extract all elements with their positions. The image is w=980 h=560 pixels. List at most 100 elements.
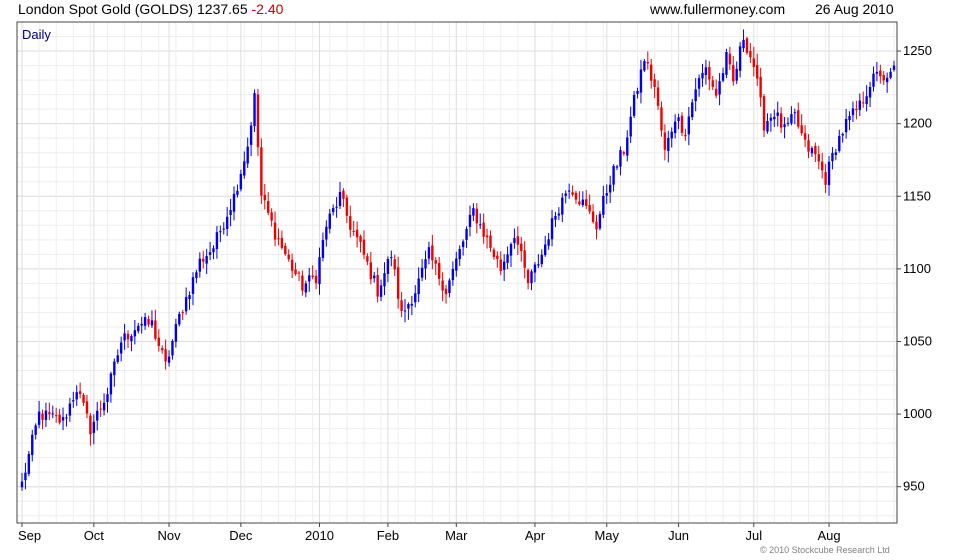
bar-body bbox=[574, 192, 578, 200]
bar-body bbox=[834, 152, 838, 155]
bar-body bbox=[875, 71, 879, 74]
bar-body bbox=[718, 81, 721, 95]
bar-body bbox=[790, 114, 793, 124]
bar-body bbox=[369, 262, 372, 280]
bar-body bbox=[178, 313, 181, 325]
price-bar bbox=[680, 112, 684, 137]
bar-body bbox=[756, 64, 759, 79]
x-tick-label: Aug bbox=[817, 528, 840, 543]
bar-body bbox=[513, 238, 516, 244]
x-tick-label: Jul bbox=[745, 528, 762, 543]
bar-body bbox=[328, 213, 331, 229]
bar-body bbox=[27, 453, 31, 474]
bar-body bbox=[547, 239, 550, 246]
bar-body bbox=[851, 108, 855, 116]
bar-body bbox=[349, 216, 352, 230]
bar-body bbox=[779, 113, 783, 128]
bar-body bbox=[591, 211, 595, 222]
bar-body bbox=[54, 415, 58, 417]
bar-body bbox=[817, 154, 820, 162]
bar-body bbox=[841, 133, 844, 136]
bar-body bbox=[831, 153, 834, 162]
bar-body bbox=[143, 317, 147, 326]
bar-body bbox=[75, 392, 78, 400]
bar-body bbox=[544, 244, 547, 256]
bar-body bbox=[212, 248, 215, 253]
bar-body bbox=[403, 310, 407, 312]
bar-body bbox=[557, 213, 561, 216]
bar-body bbox=[868, 86, 872, 98]
x-tick-label: Oct bbox=[84, 528, 105, 543]
bar-body bbox=[106, 394, 109, 403]
x-tick-label: May bbox=[594, 528, 619, 543]
bar-body bbox=[455, 258, 458, 271]
bar-body bbox=[284, 245, 287, 255]
bar-body bbox=[838, 135, 841, 151]
bar-body bbox=[154, 320, 157, 339]
bar-body bbox=[537, 264, 540, 266]
bar-body bbox=[711, 80, 714, 87]
bar-body bbox=[243, 161, 246, 176]
bar-body bbox=[759, 76, 762, 98]
bar-body bbox=[858, 100, 862, 110]
bar-body bbox=[126, 333, 130, 340]
bar-body bbox=[65, 417, 68, 419]
bar-body bbox=[670, 131, 673, 139]
bar-body bbox=[294, 269, 297, 275]
bar-body bbox=[41, 413, 44, 420]
bar-body bbox=[31, 434, 34, 456]
bar-body bbox=[277, 238, 280, 240]
x-tick-label: Jun bbox=[668, 528, 689, 543]
bar-body bbox=[800, 125, 803, 134]
bar-body bbox=[862, 102, 865, 104]
bar-body bbox=[304, 283, 308, 293]
bar-body bbox=[738, 46, 742, 71]
bar-body bbox=[650, 64, 653, 81]
x-tick-label: Sep bbox=[18, 528, 41, 543]
bar-body bbox=[762, 96, 766, 131]
bar-body bbox=[297, 272, 301, 274]
bar-body bbox=[848, 115, 851, 121]
x-tick-label: Dec bbox=[229, 528, 253, 543]
bar-body bbox=[660, 107, 663, 131]
bar-body bbox=[345, 197, 349, 216]
bar-body bbox=[673, 121, 677, 134]
bar-body bbox=[140, 323, 143, 326]
bar-body bbox=[619, 150, 622, 167]
bar-body bbox=[585, 199, 588, 206]
bar-body bbox=[509, 244, 513, 256]
bar-body bbox=[807, 140, 810, 152]
bar-body bbox=[697, 78, 701, 89]
y-tick-label: 1100 bbox=[903, 261, 931, 276]
bar-body bbox=[113, 361, 116, 376]
bar-body bbox=[677, 117, 680, 122]
bar-body bbox=[502, 261, 506, 270]
bar-body bbox=[414, 293, 417, 303]
bar-body bbox=[308, 275, 311, 282]
bar-body bbox=[400, 300, 403, 311]
bar-body bbox=[643, 61, 646, 71]
bar-body bbox=[410, 303, 414, 306]
x-tick-label: Nov bbox=[157, 528, 181, 543]
bar-body bbox=[150, 320, 154, 326]
bar-body bbox=[499, 259, 502, 271]
bar-body bbox=[567, 190, 571, 192]
y-tick-label: 1150 bbox=[903, 188, 931, 203]
bar-body bbox=[379, 285, 383, 297]
bar-body bbox=[571, 192, 574, 195]
bar-body bbox=[615, 166, 619, 168]
bar-body bbox=[810, 148, 814, 154]
bar-body bbox=[208, 252, 212, 255]
bar-body bbox=[48, 412, 51, 415]
bar-body bbox=[373, 275, 376, 279]
bar-body bbox=[239, 173, 243, 190]
bar-body bbox=[424, 259, 427, 269]
bar-body bbox=[290, 259, 294, 271]
bar-body bbox=[51, 413, 54, 415]
period-label: Daily bbox=[22, 27, 51, 42]
bar-body bbox=[119, 342, 123, 354]
y-tick-label: 1200 bbox=[903, 116, 932, 131]
bar-body bbox=[882, 74, 885, 81]
bar-body bbox=[383, 273, 386, 287]
bar-body bbox=[714, 88, 718, 96]
